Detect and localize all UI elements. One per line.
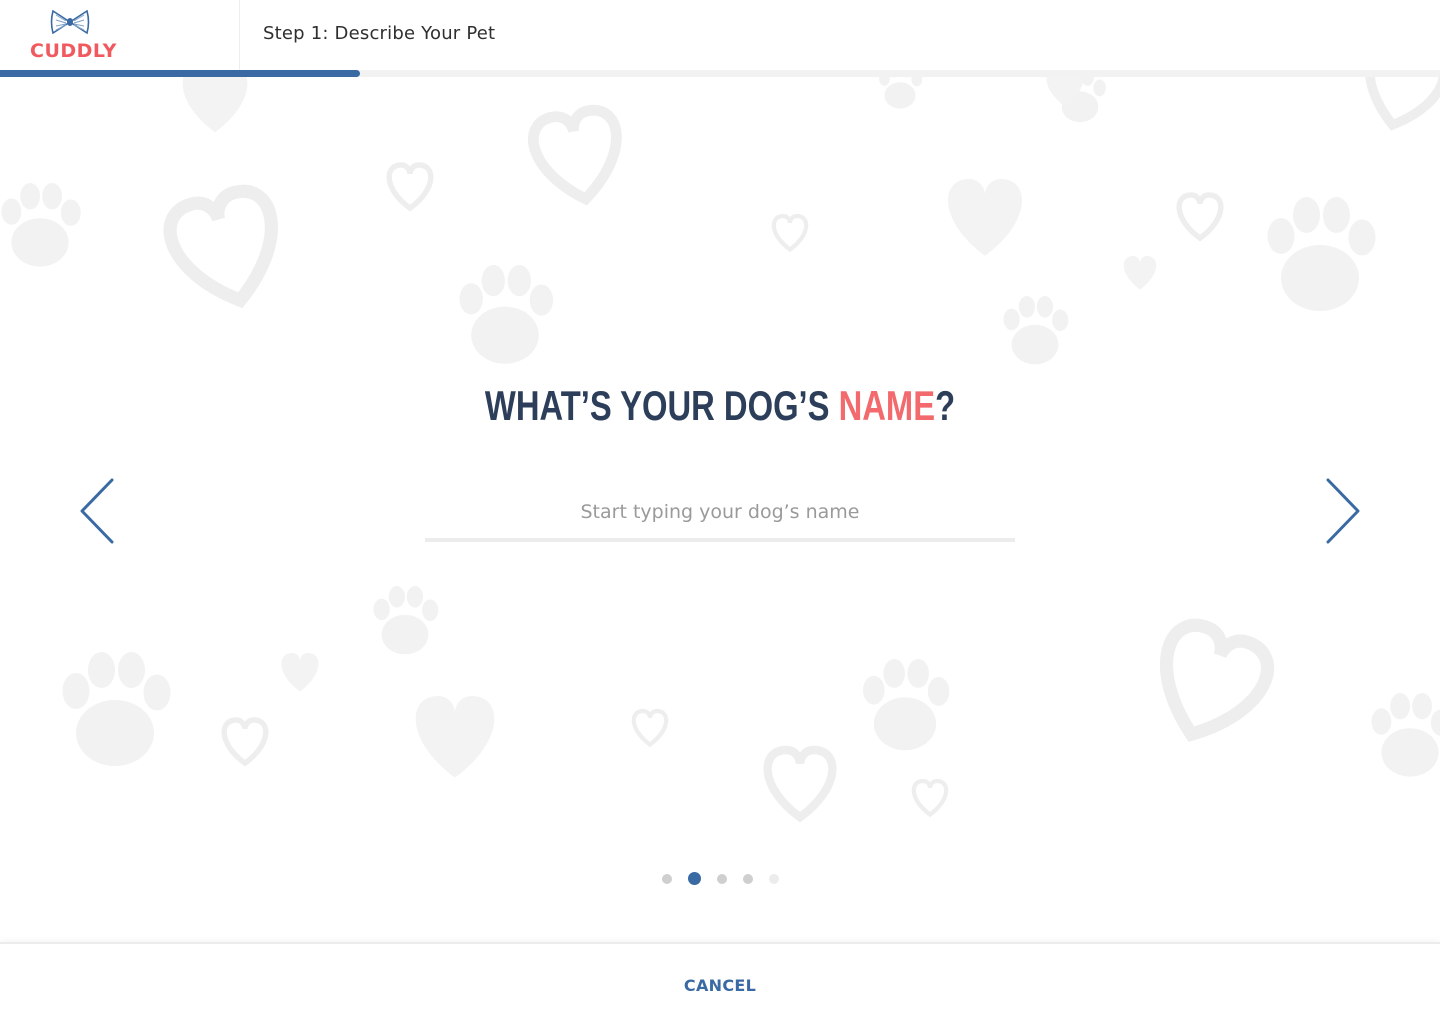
bottom-footer: CANCEL — [0, 942, 1440, 1024]
wizard-page: CUDDLY Step 1: Describe Your Pet WHAT’S … — [0, 0, 1440, 1024]
question-prefix: WHAT’S YOUR DOG’S — [484, 382, 839, 429]
progress-fill — [0, 70, 360, 77]
pagination-dot-3[interactable] — [716, 873, 727, 884]
step-title: Step 1: Describe Your Pet — [263, 23, 496, 44]
pagination-dot-2[interactable] — [687, 872, 701, 885]
question-suffix: ? — [935, 382, 956, 429]
pagination-dot-4[interactable] — [742, 873, 753, 884]
pagination-dot-5[interactable] — [768, 873, 779, 884]
bow-tie-icon — [50, 9, 90, 35]
dog-name-input[interactable] — [425, 486, 1015, 542]
paw-heart-pattern — [1, 77, 1440, 847]
brand-logo[interactable]: CUDDLY — [0, 0, 240, 72]
chevron-right-icon[interactable] — [1322, 476, 1362, 546]
question-accent: NAME — [838, 382, 936, 429]
top-header: CUDDLY Step 1: Describe Your Pet — [0, 0, 1440, 72]
brand-name: CUDDLY — [30, 40, 117, 62]
cancel-button[interactable]: CANCEL — [0, 976, 1440, 995]
progress-bar — [0, 70, 1440, 77]
pagination-dots — [0, 872, 1440, 885]
pagination-dot-1[interactable] — [661, 873, 672, 884]
chevron-left-icon[interactable] — [78, 476, 118, 546]
question-heading: WHAT’S YOUR DOG’S NAME? — [158, 382, 1281, 430]
